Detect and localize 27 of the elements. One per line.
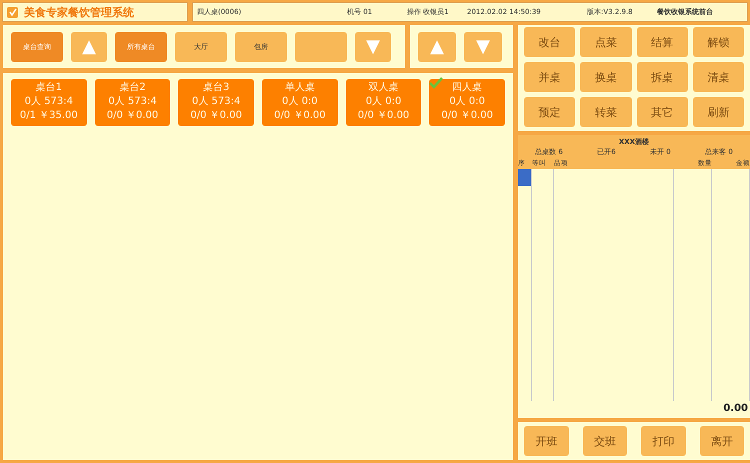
app-icon [7,6,18,18]
table-tile[interactable]: 单人桌 0人 0:0 0/0 ￥0.00 [262,79,338,126]
action-button[interactable]: 换桌 [580,62,632,92]
app-title: 美食专家餐饮管理系统 [24,4,134,20]
action-button[interactable]: 清桌 [692,62,744,92]
total-amount: 0.00 [722,402,749,416]
action-button[interactable]: 结算 [636,27,688,57]
action-button[interactable]: 刷新 [692,97,744,127]
action-button[interactable]: 解锁 [692,27,744,57]
action-button[interactable]: 预定 [524,97,576,127]
footer-button[interactable]: 开班 [524,426,568,456]
action-button[interactable]: 改台 [524,27,576,57]
action-button[interactable]: 点菜 [580,27,632,57]
table-tile[interactable]: 桌台2 0人 573:4 0/0 ￥0.00 [94,79,170,126]
action-button[interactable]: 转菜 [580,97,632,127]
action-button[interactable]: 其它 [636,97,688,127]
footer-button[interactable]: 交班 [582,426,627,456]
table-tile[interactable]: 桌台3 0人 573:4 0/0 ￥0.00 [178,79,254,126]
table-tile[interactable]: 桌台1 0人 573:4 0/1 ￥35.00 [11,79,87,126]
action-button[interactable]: 并桌 [524,62,576,92]
action-button[interactable]: 拆桌 [636,62,688,92]
footer-button[interactable]: 打印 [641,426,686,456]
blank-button[interactable] [295,32,347,62]
footer-button[interactable]: 离开 [700,426,744,456]
table-tile[interactable]: 四人桌 0人 0:0 0/0 ￥0.00 [429,79,506,126]
row-marker[interactable] [518,169,531,186]
table-tile[interactable]: 双人桌 0人 0:0 0/0 ￥0.00 [346,79,422,126]
